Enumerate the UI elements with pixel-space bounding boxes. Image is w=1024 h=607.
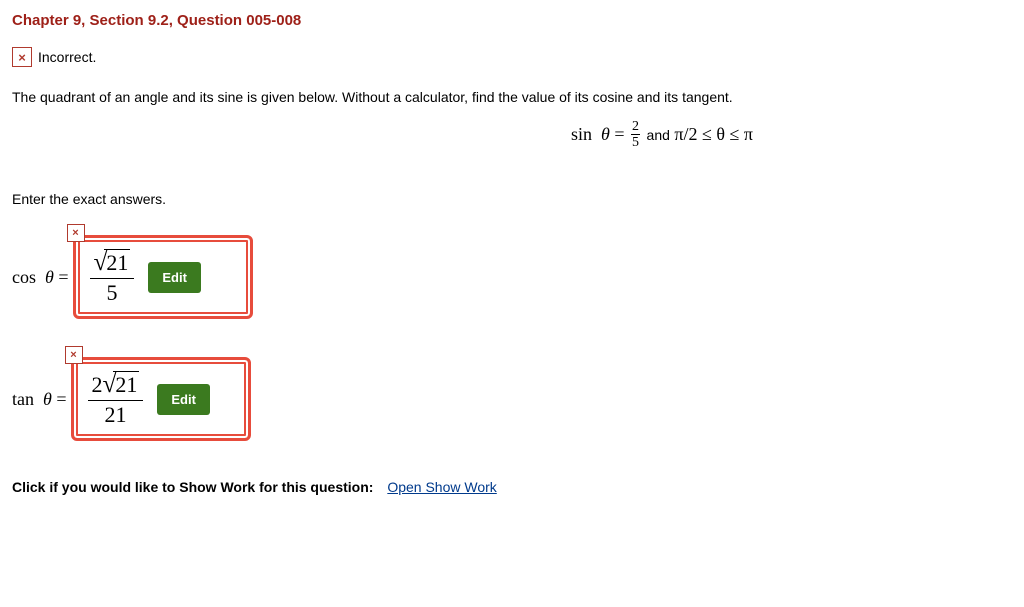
cos-den: 5 <box>90 279 135 306</box>
answer-instruction: Enter the exact answers. <box>12 191 1012 207</box>
tan-var: θ <box>43 389 52 409</box>
given-range: π/2 ≤ θ ≤ π <box>674 124 753 144</box>
given-frac-num: 2 <box>631 120 640 135</box>
tan-den: 21 <box>88 401 144 428</box>
given-var: θ <box>601 124 610 144</box>
question-prompt: The quadrant of an angle and its sine is… <box>12 89 1012 105</box>
cos-eq: = <box>58 267 68 287</box>
cos-label: cos θ = <box>12 267 69 288</box>
cos-expression: √21 5 <box>90 248 135 306</box>
answer-row-cos: cos θ = × √21 5 Edit <box>12 235 1012 319</box>
given-fraction: 2 5 <box>631 120 640 150</box>
tan-edit-button[interactable]: Edit <box>157 384 210 415</box>
status-row: × Incorrect. <box>12 47 1012 67</box>
tan-eq: = <box>56 389 66 409</box>
cos-sqrt-inner: 21 <box>104 249 130 275</box>
cos-wrong-icon: × <box>67 224 85 242</box>
tan-input-wrap: × 2√21 21 Edit <box>71 357 251 441</box>
given-func: sin <box>571 124 592 144</box>
tan-expression: 2√21 21 <box>88 370 144 428</box>
tan-num-pre: 2 <box>92 372 103 397</box>
tan-sqrt-inner: 21 <box>113 371 139 397</box>
given-and: and <box>647 127 670 143</box>
tan-label: tan θ = <box>12 389 67 410</box>
given-frac-den: 5 <box>631 135 640 150</box>
status-text: Incorrect. <box>38 49 96 65</box>
cos-answer-box[interactable]: √21 5 Edit <box>73 235 253 319</box>
tan-wrong-icon: × <box>65 346 83 364</box>
incorrect-x-icon: × <box>12 47 32 67</box>
show-work-label: Click if you would like to Show Work for… <box>12 479 373 495</box>
cos-input-wrap: × √21 5 Edit <box>73 235 253 319</box>
show-work-line: Click if you would like to Show Work for… <box>12 479 1012 495</box>
tan-func: tan <box>12 389 34 409</box>
given-equals: = <box>614 124 624 144</box>
cos-edit-button[interactable]: Edit <box>148 262 201 293</box>
cos-var: θ <box>45 267 54 287</box>
question-title: Chapter 9, Section 9.2, Question 005-008 <box>12 12 1012 29</box>
answer-row-tan: tan θ = × 2√21 21 Edit <box>12 357 1012 441</box>
open-show-work-link[interactable]: Open Show Work <box>387 479 496 495</box>
given-equation: sin θ = 2 5 and π/2 ≤ θ ≤ π <box>12 121 1012 151</box>
cos-func: cos <box>12 267 36 287</box>
tan-answer-box[interactable]: 2√21 21 Edit <box>71 357 251 441</box>
